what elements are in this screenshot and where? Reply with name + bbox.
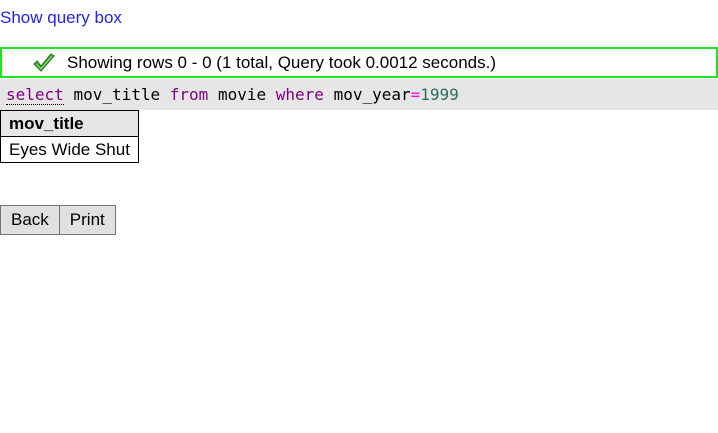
table-row: Eyes Wide Shut [0,136,139,163]
check-icon [32,52,56,74]
sql-table: movie [217,85,267,104]
sql-query-display: select mov_title from movie where mov_ye… [0,79,718,110]
table-header-row: mov_title [0,110,139,137]
show-query-box-link[interactable]: Show query box [0,8,122,28]
back-button[interactable]: Back [0,205,60,235]
page: Show query box Showing rows 0 - 0 (1 tot… [0,0,718,433]
sql-value: 1999 [420,85,459,104]
column-header-mov-title[interactable]: mov_title [0,110,139,137]
sql-keyword-select[interactable]: select [6,85,64,105]
results-table: mov_title Eyes Wide Shut [0,110,139,163]
sql-keyword-where: where [275,85,324,104]
sql-keyword-from: from [169,85,209,104]
sql-operator: = [410,85,421,104]
query-status-box: Showing rows 0 - 0 (1 total, Query took … [0,47,718,78]
print-button[interactable]: Print [58,205,116,235]
sql-field: mov_year [333,85,411,104]
table-cell: Eyes Wide Shut [0,136,139,163]
status-message: Showing rows 0 - 0 (1 total, Query took … [67,52,497,72]
action-buttons: Back Print [0,205,116,235]
sql-column: mov_title [73,85,161,104]
